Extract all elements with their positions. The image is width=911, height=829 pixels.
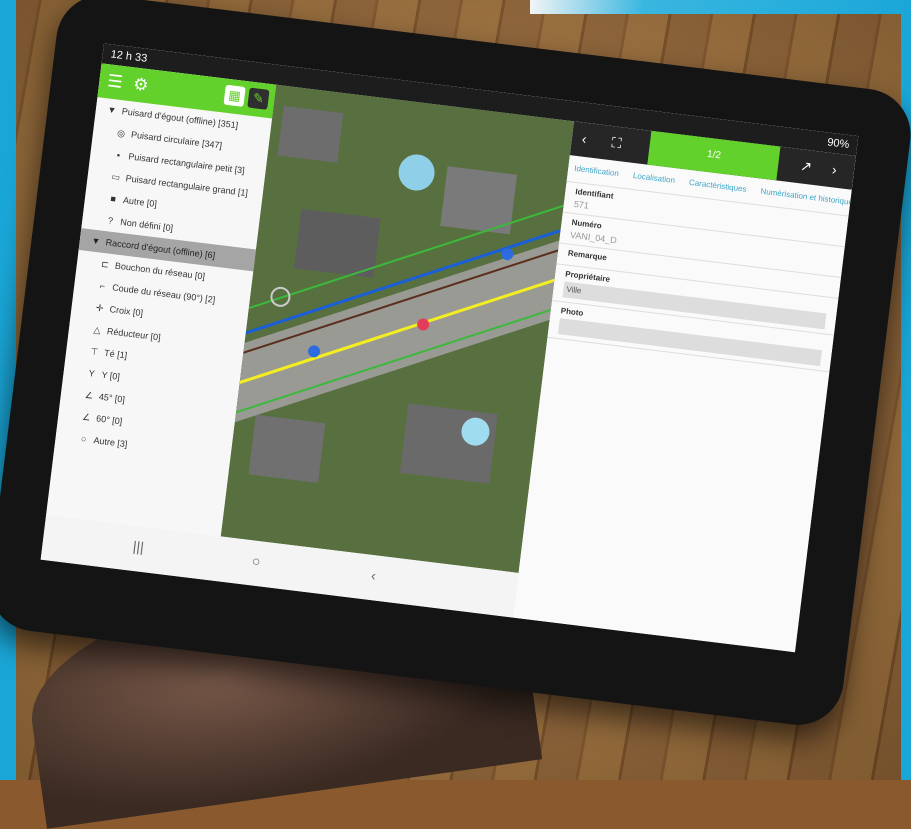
layer-label: Té [1] bbox=[103, 347, 128, 361]
tablet: 12 h 33 90% ☰ ⚙ ▦ ✎ ▼ Puisard d'égout (of… bbox=[0, 0, 911, 731]
layer-symbol-icon: ▼ bbox=[90, 235, 101, 247]
layer-symbol-icon: ∠ bbox=[84, 389, 94, 401]
layer-symbol-icon: ⌐ bbox=[99, 280, 106, 292]
layer-label: Non défini [0] bbox=[119, 216, 174, 234]
aerial-map bbox=[220, 84, 575, 573]
nav-back-icon[interactable]: ‹ bbox=[370, 567, 377, 583]
fullscreen-icon[interactable]: ⛶ bbox=[611, 134, 623, 152]
layer-symbol-icon: ◎ bbox=[116, 127, 126, 139]
layer-symbol-icon: ∠ bbox=[81, 411, 91, 423]
layer-label: Autre [3] bbox=[92, 435, 128, 450]
layer-label: Autre [0] bbox=[122, 195, 158, 210]
layer-symbol-icon: ? bbox=[107, 215, 114, 226]
layer-symbol-icon: ▭ bbox=[110, 171, 121, 183]
forward-icon[interactable]: › bbox=[831, 161, 838, 177]
layer-label: Croix [0] bbox=[109, 304, 144, 319]
layer-symbol-icon: ▼ bbox=[106, 104, 117, 116]
status-time: 12 h 33 bbox=[109, 48, 148, 65]
layer-symbol-icon: △ bbox=[93, 324, 102, 336]
gear-icon[interactable]: ⚙ bbox=[132, 74, 149, 96]
layer-symbol-icon: ▪ bbox=[116, 149, 121, 161]
map-house bbox=[294, 208, 381, 279]
map-house bbox=[277, 105, 344, 163]
back-icon[interactable]: ‹ bbox=[581, 130, 588, 146]
battery-level: 90% bbox=[826, 136, 850, 151]
map-house bbox=[399, 403, 498, 484]
menu-icon[interactable]: ☰ bbox=[106, 71, 123, 93]
layer-symbol-icon: ⊤ bbox=[89, 346, 99, 358]
home-icon[interactable]: ○ bbox=[251, 552, 261, 569]
layer-symbol-icon: ✛ bbox=[95, 302, 105, 314]
layer-label: 45° [0] bbox=[98, 391, 126, 405]
layer-symbol-icon: ○ bbox=[80, 433, 87, 445]
map-house bbox=[248, 414, 326, 483]
layer-label: 60° [0] bbox=[95, 413, 123, 427]
recent-apps-icon[interactable]: ||| bbox=[132, 538, 145, 555]
layer-label: Réducteur [0] bbox=[106, 326, 162, 343]
layer-symbol-icon: ■ bbox=[109, 193, 117, 205]
layer-symbol-icon: ⊏ bbox=[100, 258, 110, 270]
pencil-icon[interactable]: ✎ bbox=[247, 87, 270, 110]
chart-icon[interactable]: ↗ bbox=[799, 157, 813, 175]
layer-symbol-icon: Y bbox=[88, 368, 96, 379]
tablet-screen: 12 h 33 90% ☰ ⚙ ▦ ✎ ▼ Puisard d'égout (of… bbox=[40, 43, 859, 653]
layer-label: Y [0] bbox=[101, 369, 121, 382]
feature-panel: ‹ ⛶ 1/2 ↗ › Identification Localisation … bbox=[513, 121, 856, 653]
map-icon[interactable]: ▦ bbox=[223, 84, 246, 107]
map-view[interactable] bbox=[220, 84, 575, 573]
top-edge-strip bbox=[530, 0, 911, 14]
